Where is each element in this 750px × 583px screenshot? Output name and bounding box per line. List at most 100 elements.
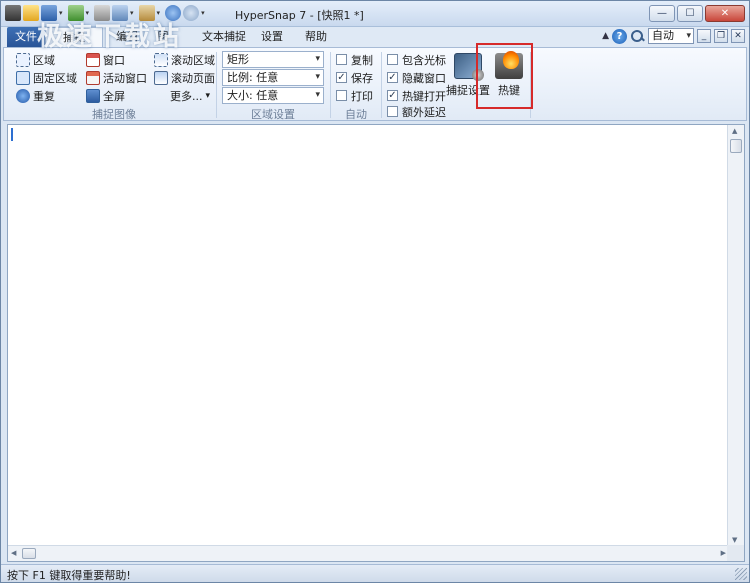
capture-window-label: 窗口 [103,53,125,67]
hotkey-enable-label: 热键打开 [402,89,446,103]
maximize-button[interactable]: ☐ [677,5,703,22]
capture-more-label: 更多... [170,89,203,103]
auto-save-checkbox[interactable]: ✓ 保存 [336,69,373,86]
fixed-region-icon [16,70,30,85]
capture-active-window-label: 活动窗口 [103,71,147,85]
auto-save-label: 保存 [351,71,373,85]
region-icon [16,52,30,67]
chevron-down-icon[interactable]: ▾ [201,9,205,17]
capture-fullscreen-label: 全屏 [103,89,125,103]
window-controls: — ☐ ✕ [649,5,745,22]
repeat-icon [16,88,30,103]
printer-icon[interactable] [94,5,111,21]
capture-scroll-page-button[interactable]: 滚动页面 [154,69,215,86]
include-cursor-checkbox[interactable]: 包含光标 [387,51,446,68]
vertical-scroll-thumb[interactable] [730,139,742,153]
menu-capture[interactable]: 捕捉 [45,27,103,47]
resize-grip-icon[interactable] [735,568,747,580]
monitor-icon[interactable] [112,5,129,21]
fullscreen-icon [86,88,100,103]
auto-print-checkbox[interactable]: 打印 [336,87,373,104]
horizontal-scroll-thumb[interactable] [22,548,36,559]
capture-region-label: 区域 [33,53,55,67]
region-size-select[interactable]: 大小: 任意 [222,87,324,104]
capture-fullscreen-button[interactable]: 全屏 [86,87,125,104]
chevron-down-icon[interactable]: ▾ [130,9,134,17]
chevron-down-icon: ▾ [205,90,211,101]
scroll-up-icon[interactable]: ▲ [732,127,737,135]
checkbox-box [387,54,398,65]
region-ratio-select[interactable]: 比例: 任意 [222,69,324,86]
region-shape-select[interactable]: 矩形 [222,51,324,68]
group-label-auto: 自动 [345,108,367,121]
chevron-down-icon[interactable]: ▾ [157,9,161,17]
chevron-down-icon[interactable]: ▾ [59,9,63,17]
scroll-down-icon[interactable]: ▼ [732,536,737,544]
auto-copy-checkbox[interactable]: 复制 [336,51,373,68]
camera-icon[interactable] [5,5,21,21]
title-bar: ▾ ▾ ▾ ▾ ▾ HyperSnap 7 - [快照1 *] — ☐ ✕ [1,1,749,27]
checkbox-box: ✓ [387,90,398,101]
menu-help[interactable]: 帮助 [301,27,331,47]
ribbon: 区域 固定区域 重复 窗口 活动窗口 全屏 滚动区域 滚动页面 更多... ▾ … [3,47,747,121]
save-icon[interactable] [41,5,57,21]
scroll-right-icon[interactable]: ▶ [721,549,726,557]
chevron-down-icon[interactable]: ▾ [86,9,90,17]
window-title: HyperSnap 7 - [快照1 *] [235,9,364,22]
menu-file[interactable]: 文件 [7,27,45,47]
horizontal-scrollbar[interactable]: ◀ ▶ [8,545,729,561]
checkbox-box [387,106,398,117]
scroll-page-icon [154,70,168,85]
menu-text-capture[interactable]: 文本捕捉 [194,27,254,47]
up-arrow-icon[interactable] [67,5,84,21]
quick-access-toolbar: ▾ ▾ ▾ ▾ ▾ [5,5,208,21]
capture-scroll-page-label: 滚动页面 [171,71,215,85]
capture-active-window-button[interactable]: 活动窗口 [86,69,147,86]
hotkey-enable-checkbox[interactable]: ✓ 热键打开 [387,87,446,104]
minimize-button[interactable]: — [649,5,675,22]
checkbox-box: ✓ [387,72,398,83]
capture-repeat-button[interactable]: 重复 [16,87,55,104]
extra-delay-checkbox[interactable]: 额外延迟 [387,103,446,120]
menu-bar: 文件 捕捉 编辑 图 文本捕捉 设置 帮助 ▲ ? 自动 _ ❐ ✕ [1,27,749,47]
hide-window-label: 隐藏窗口 [402,71,446,85]
scroll-region-icon [154,52,168,67]
capture-window-button[interactable]: 窗口 [86,51,125,68]
mdi-close-button[interactable]: ✕ [731,29,745,43]
mdi-restore-button[interactable]: ❐ [714,29,728,43]
menu-edit[interactable]: 编辑 [108,27,146,47]
open-folder-icon[interactable] [23,5,39,21]
redo-icon[interactable] [183,5,200,21]
menu-settings[interactable]: 设置 [257,27,287,47]
app-window: ▾ ▾ ▾ ▾ ▾ HyperSnap 7 - [快照1 *] — ☐ ✕ 文件… [0,0,750,583]
auto-print-label: 打印 [351,89,373,103]
help-icon[interactable]: ? [612,28,627,44]
vertical-scrollbar[interactable]: ▲ ▼ [727,125,744,546]
undo-icon[interactable] [165,5,182,21]
capture-repeat-label: 重复 [33,89,55,103]
close-button[interactable]: ✕ [705,5,745,22]
hide-window-checkbox[interactable]: ✓ 隐藏窗口 [387,69,446,86]
scroll-left-icon[interactable]: ◀ [11,549,16,557]
menu-image[interactable]: 图 [148,27,178,47]
capture-scroll-region-label: 滚动区域 [171,53,215,67]
auto-copy-label: 复制 [351,53,373,67]
capture-scroll-region-button[interactable]: 滚动区域 [154,51,215,68]
capture-fixed-region-button[interactable]: 固定区域 [16,69,77,86]
menu-right-tools: ▲ ? 自动 _ ❐ ✕ [602,28,745,44]
status-bar: 按下 F1 键取得重要帮助! [1,564,749,582]
document-canvas[interactable]: ▲ ▼ ◀ ▶ [7,124,745,562]
capture-fixed-region-label: 固定区域 [33,71,77,85]
checkbox-box [336,54,347,65]
capture-region-button[interactable]: 区域 [16,51,55,68]
group-separator [216,52,217,118]
clipboard-icon[interactable] [138,5,155,21]
capture-more-button[interactable]: 更多... ▾ [170,87,210,104]
ribbon-collapse-icon[interactable]: ▲ [602,31,609,41]
zoom-select[interactable]: 自动 [648,28,694,44]
checkbox-box [336,90,347,101]
search-icon[interactable] [630,29,645,44]
window-icon [86,52,100,67]
mdi-minimize-button[interactable]: _ [697,29,711,43]
group-separator [330,52,331,118]
